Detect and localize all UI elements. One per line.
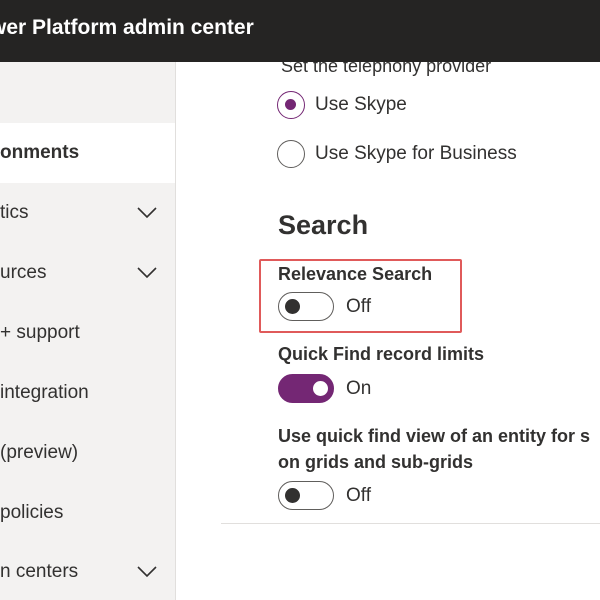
sidebar-item-resources[interactable]: urces [0, 243, 175, 303]
sidebar-item-help-support[interactable]: + support [0, 303, 175, 363]
quick-find-limits-label: Quick Find record limits [278, 344, 485, 364]
radio-use-skype[interactable]: Use Skype [277, 91, 407, 119]
quick-find-limits-toggle-row[interactable]: On [278, 374, 371, 403]
sidebar-item-label: n centers [0, 561, 79, 582]
sidebar-item-admin-centers[interactable]: n centers [0, 542, 175, 600]
radio-label: Use Skype [315, 94, 407, 115]
chevron-down-icon[interactable] [137, 566, 157, 578]
sidebar-item-data-preview[interactable]: (preview) [0, 423, 175, 483]
quick-find-view-label: Use quick find view of an entity for s [278, 426, 591, 446]
quick-find-view-toggle[interactable] [278, 481, 334, 510]
sidebar-item-label: integration [0, 382, 89, 403]
sidebar-item-policies[interactable]: policies [0, 483, 175, 543]
radio-button-checked[interactable] [277, 91, 305, 119]
quick-find-view-toggle-row[interactable]: Off [278, 481, 371, 510]
toggle-state-label: Off [346, 484, 371, 506]
sidebar-nav: onments tics urces + support integration… [0, 62, 176, 600]
sidebar-item-label: urces [0, 262, 47, 283]
sidebar-item-analytics[interactable]: tics [0, 183, 175, 243]
telephony-provider-label: Set the telephony provider [281, 62, 492, 76]
chevron-down-icon[interactable] [137, 207, 157, 219]
settings-panel: Set the telephony provider Use Skype Use… [177, 62, 600, 600]
quick-find-view-label-line2: on grids and sub-grids [278, 452, 474, 472]
sidebar-item-label: (preview) [0, 442, 79, 463]
app-title[interactable]: wer Platform admin center [0, 16, 254, 40]
highlight-box [259, 259, 462, 333]
sidebar-item-label: onments [0, 142, 80, 163]
sidebar-item-label: policies [0, 502, 64, 523]
radio-use-skype-for-business[interactable]: Use Skype for Business [277, 140, 517, 168]
top-bar: wer Platform admin center [0, 0, 600, 62]
chevron-down-icon[interactable] [137, 267, 157, 279]
sidebar-item-label: + support [0, 322, 80, 343]
divider [221, 523, 600, 524]
toggle-state-label: On [346, 377, 372, 399]
section-title-search: Search [278, 210, 369, 240]
sidebar-item-environments[interactable]: onments [0, 123, 175, 183]
radio-button[interactable] [277, 140, 305, 168]
quick-find-limits-toggle[interactable] [278, 374, 334, 403]
sidebar-item-label: tics [0, 202, 29, 223]
sidebar-item-data-integration[interactable]: integration [0, 363, 175, 423]
radio-label: Use Skype for Business [315, 143, 517, 164]
